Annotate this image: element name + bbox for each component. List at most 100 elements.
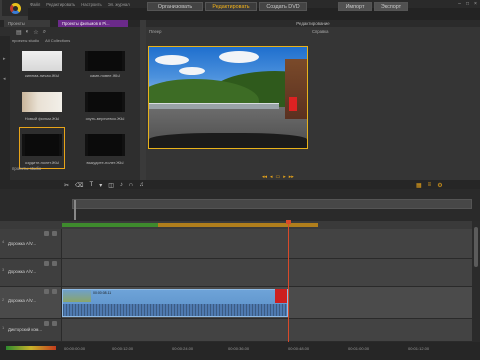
timeline-tools: ✂ ⌫ T ▾ ◫ ♪ ∩ ♫ (64, 181, 144, 189)
magnet-icon[interactable]: ∩ (129, 182, 133, 188)
time-tick: 00:00:48.00 (288, 346, 310, 351)
tile-caption: камн-новее.ЖЫ (90, 73, 120, 78)
import-button[interactable]: Импорт (338, 2, 372, 11)
lock-icon[interactable] (44, 231, 49, 236)
track-body[interactable] (62, 229, 472, 258)
tile-caption: озуть-верхчевоо.ЖЫ (85, 116, 125, 121)
filter-icon[interactable]: ◐ (26, 29, 30, 35)
player-title: Редактирование (146, 20, 480, 27)
track-header[interactable]: 4 Дорожка A/V... (0, 229, 62, 258)
collection-dropdown[interactable]: All Collections (45, 38, 70, 43)
library-panel: Проекты Проекты фильмов в Pi... ▸ ◂ ▤ ◐ … (0, 20, 140, 180)
menu-item-file[interactable]: Файл (30, 2, 40, 7)
scrollbar-thumb[interactable] (474, 227, 478, 267)
library-tile[interactable]: озуть-верхчевоо.ЖЫ (85, 92, 125, 124)
track-body[interactable] (62, 259, 472, 286)
create-dvd-button[interactable]: Создать DVD (259, 2, 307, 11)
export-button[interactable]: Экспорт (374, 2, 408, 11)
library-footer: проекты studio (12, 166, 42, 171)
track-row: 4 Дорожка A/V... (0, 229, 472, 259)
playhead[interactable] (288, 221, 289, 351)
timeline-ruler[interactable] (62, 221, 472, 229)
lock-icon[interactable] (44, 261, 49, 266)
navigator-position[interactable] (74, 200, 76, 220)
browse-icon[interactable]: ▤ (16, 29, 22, 36)
track-name: Дорожка A/V... (8, 269, 36, 274)
library-tile[interactable]: выкудите-полет.ЖЫ (85, 130, 125, 166)
collapse-icon[interactable]: ◂ (3, 76, 8, 82)
tile-thumbnail (85, 92, 125, 112)
folder-icon[interactable]: ▸ (3, 56, 8, 62)
track-header[interactable]: 1 Дикторский ком... (0, 319, 62, 341)
app-window: { "menubar": { "items": ["Файл", "Редакт… (0, 0, 480, 360)
menu-item-log[interactable]: Эл. журнал (108, 2, 130, 7)
lock-icon[interactable] (44, 321, 49, 326)
time-tick: 00:00:00.00 (64, 346, 86, 351)
ruler-orange-range (158, 223, 318, 227)
delete-icon[interactable]: ⌫ (75, 182, 83, 189)
eye-icon[interactable] (52, 231, 57, 236)
lock-icon[interactable] (44, 289, 49, 294)
video-preview[interactable] (148, 46, 308, 149)
maximize-icon[interactable]: □ (465, 1, 470, 7)
pinnacle-logo-icon (9, 2, 21, 14)
edit-button[interactable]: Редактировать (205, 2, 257, 11)
navigator-strip[interactable] (72, 199, 472, 209)
library-header-row: проекты studio All Collections (12, 37, 140, 44)
timeline-scrollbar[interactable] (472, 221, 480, 342)
timeline-view-tools: ▦ ≡ ⚙ (416, 181, 443, 189)
clip-label: 00:00:08.11 (93, 291, 112, 295)
search-icon[interactable]: ⌕ (43, 29, 46, 36)
clip-transition[interactable] (275, 289, 287, 303)
storyboard-icon[interactable]: ▦ (416, 182, 422, 189)
library-location-label[interactable]: проекты studio (12, 38, 39, 43)
menu-item-edit[interactable]: Редактировать (46, 2, 75, 7)
audio-mixer-icon[interactable]: ♫ (139, 182, 144, 188)
time-tick: 00:01:12.00 (408, 346, 430, 351)
scissors-icon[interactable]: ✂ (64, 182, 69, 189)
title-icon[interactable]: T (90, 182, 94, 188)
video-clip[interactable]: 00:00:08.11 (62, 289, 288, 317)
window-controls: – □ × (457, 0, 478, 8)
eye-icon[interactable] (52, 321, 57, 326)
time-tick: 00:01:00.00 (348, 346, 370, 351)
library-toolbar: ▤ ◐ ☆ ⌕ (12, 28, 140, 36)
player-label: Плеер (149, 29, 162, 34)
track-header[interactable]: 2 Дорожка A/V... (0, 287, 62, 318)
settings-icon[interactable]: ⚙ (437, 182, 442, 189)
track-header[interactable]: 3 Дорожка A/V... (0, 259, 62, 286)
organize-button[interactable]: Организовать (147, 2, 203, 11)
timeline-view-icon[interactable]: ≡ (428, 182, 432, 188)
ruler-green-range (62, 223, 158, 227)
tile-caption: выкудите-полет.ЖЫ (86, 160, 124, 165)
time-scale[interactable]: 00:00:00.00 00:00:12.00 00:00:24.00 00:0… (0, 342, 480, 360)
eye-icon[interactable] (52, 289, 57, 294)
track-name: Дорожка A/V... (8, 298, 36, 303)
library-tile[interactable]: Новый фильм.ЖЫ (22, 92, 62, 124)
library-tile[interactable]: камн-новее.ЖЫ (85, 51, 125, 81)
track-name: Дорожка A/V... (8, 241, 36, 246)
menu-item-setup[interactable]: Настроить (81, 2, 101, 7)
close-icon[interactable]: × (473, 1, 478, 7)
tile-caption: Новый фильм.ЖЫ (24, 116, 60, 121)
minimize-icon[interactable]: – (457, 1, 462, 7)
time-tick: 00:00:24.00 (172, 346, 194, 351)
track-row: 3 Дорожка A/V... (0, 259, 472, 287)
tab-projects[interactable]: Проекты (4, 20, 50, 27)
voiceover-icon[interactable]: ♪ (120, 182, 123, 188)
tile-caption: кинема-ничая.ЖЫ (25, 73, 59, 78)
tile-thumbnail (85, 134, 125, 156)
eye-icon[interactable] (52, 261, 57, 266)
app-logo (2, 0, 28, 16)
snapshot-icon[interactable]: ◫ (108, 182, 114, 189)
track-body[interactable] (62, 319, 472, 341)
time-tick: 00:00:36.00 (228, 346, 250, 351)
tab-movie-projects[interactable]: Проекты фильмов в Pi... (58, 20, 128, 27)
star-icon[interactable]: ☆ (33, 29, 38, 36)
library-tile[interactable]: кинема-ничая.ЖЫ (22, 51, 62, 81)
library-tile-selected[interactable]: озудите-полет.ЖЫ (19, 127, 65, 169)
library-tabs: Проекты Проекты фильмов в Pi... (0, 20, 140, 27)
tile-caption: озудите-полет.ЖЫ (24, 160, 60, 165)
library-sidebar: ▸ ◂ (0, 36, 10, 180)
marker-icon[interactable]: ▾ (99, 182, 102, 189)
